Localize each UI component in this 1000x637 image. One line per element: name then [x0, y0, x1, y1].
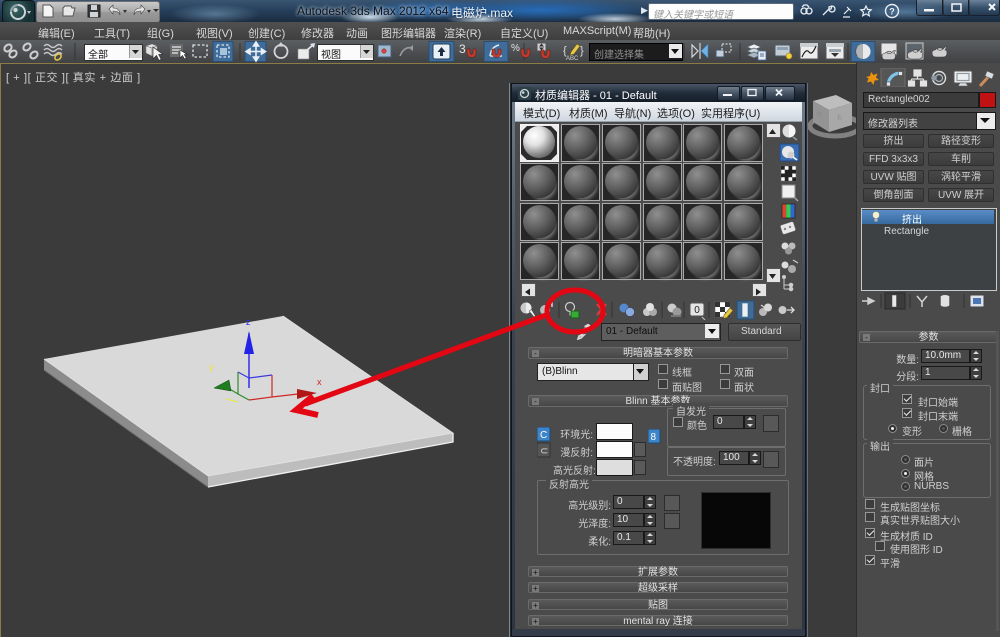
- svg-text:}: }: [580, 45, 584, 57]
- svg-text:y: y: [209, 362, 214, 372]
- svg-text:0: 0: [694, 305, 700, 316]
- svg-text:3: 3: [459, 42, 466, 56]
- svg-text:ABC: ABC: [566, 56, 579, 62]
- svg-text:C: C: [540, 430, 547, 441]
- svg-text:右: 右: [837, 114, 842, 121]
- svg-text:?: ?: [889, 7, 895, 17]
- svg-text:⊂: ⊂: [540, 446, 548, 457]
- svg-text:x: x: [317, 377, 322, 387]
- svg-text:z: z: [246, 317, 251, 327]
- svg-text:前: 前: [817, 111, 822, 118]
- svg-text:8: 8: [651, 432, 657, 443]
- svg-text:%: %: [511, 43, 520, 54]
